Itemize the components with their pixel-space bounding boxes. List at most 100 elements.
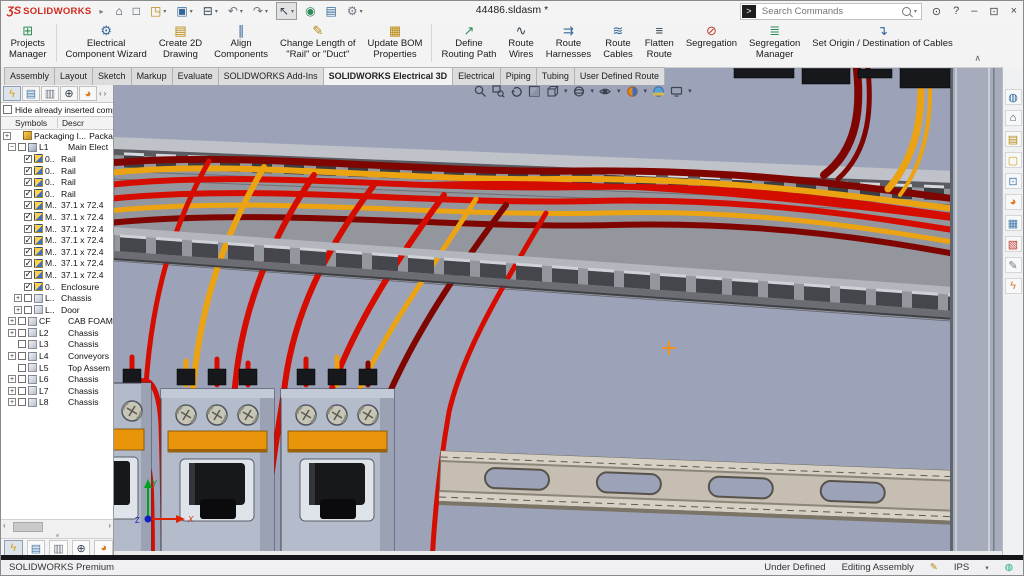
- tree-row[interactable]: M.. 37.1 x 72.4: [1, 258, 113, 270]
- expand-toggle[interactable]: [8, 329, 16, 337]
- visibility-checkbox[interactable]: [18, 317, 26, 325]
- visibility-checkbox[interactable]: [24, 236, 32, 244]
- visibility-checkbox[interactable]: [18, 352, 26, 360]
- chevron-down-icon[interactable]: ▾: [564, 87, 568, 95]
- ribbon-button[interactable]: ∿ Route Wires: [502, 21, 539, 60]
- user-account-icon[interactable]: ⊙: [932, 5, 941, 18]
- configurationmanager-tab[interactable]: ⊕: [72, 540, 91, 557]
- save-icon[interactable]: ▣: [174, 3, 194, 19]
- visibility-checkbox[interactable]: [24, 271, 32, 279]
- tab-scroll-right-icon[interactable]: ›: [104, 89, 107, 98]
- section-view-icon[interactable]: [528, 85, 541, 98]
- commandmanager-tab[interactable]: Electrical: [452, 67, 501, 85]
- ribbon-button[interactable]: ⇉ Route Harnesses: [540, 21, 597, 60]
- visibility-checkbox[interactable]: [24, 178, 32, 186]
- commandmanager-tab[interactable]: Layout: [54, 67, 93, 85]
- new-document-icon[interactable]: □: [131, 3, 142, 19]
- ribbon-button[interactable]: ↗ Define Routing Path: [435, 21, 502, 60]
- expand-toggle[interactable]: [8, 398, 16, 406]
- tree-row[interactable]: L.. Door: [1, 304, 113, 316]
- ribbon-button[interactable]: ↴ Set Origin / Destination of Cables: [806, 21, 958, 50]
- visibility-checkbox[interactable]: [24, 190, 32, 198]
- open-document-icon[interactable]: ◳: [148, 3, 168, 19]
- tree-row[interactable]: 0.. Rail: [1, 188, 113, 200]
- tree-row[interactable]: 0.. Rail: [1, 176, 113, 188]
- menu-expand-arrow[interactable]: ▸: [100, 7, 104, 16]
- edit-appearance-icon[interactable]: [626, 85, 639, 98]
- tree-row[interactable]: L8 Chassis: [1, 397, 113, 409]
- visibility-checkbox[interactable]: [24, 306, 32, 314]
- search-icon[interactable]: [902, 7, 911, 16]
- tree-row[interactable]: M.. 37.1 x 72.4: [1, 234, 113, 246]
- displaymanager-tab[interactable]: ◕: [79, 86, 97, 101]
- expand-toggle[interactable]: [14, 294, 22, 302]
- design-library-icon[interactable]: ▤: [1005, 131, 1022, 147]
- commandmanager-tab[interactable]: Assembly: [4, 67, 55, 85]
- search-commands-box[interactable]: > ▾: [740, 3, 922, 20]
- restore-icon[interactable]: ⊡: [989, 5, 998, 18]
- hide-inserted-checkbox[interactable]: [3, 105, 12, 114]
- scrollbar-thumb[interactable]: [13, 522, 43, 532]
- hide-show-items-icon[interactable]: [599, 85, 612, 98]
- redo-icon[interactable]: ↷: [251, 3, 270, 19]
- tree-row[interactable]: 0.. Enclosure: [1, 281, 113, 293]
- tree-row[interactable]: L2 Chassis: [1, 327, 113, 339]
- featuremanager-tab[interactable]: ▤: [27, 540, 46, 557]
- expand-toggle[interactable]: [8, 387, 16, 395]
- visibility-checkbox[interactable]: [24, 259, 32, 267]
- tree-row[interactable]: L6 Chassis: [1, 373, 113, 385]
- tree-row[interactable]: 0.. Rail: [1, 165, 113, 177]
- configurationmanager-tab[interactable]: ⊕: [60, 86, 78, 101]
- view-palette-icon[interactable]: ⊡: [1005, 173, 1022, 189]
- tree-row[interactable]: L4 Conveyors: [1, 350, 113, 362]
- enclosure-upright[interactable]: [950, 67, 1004, 557]
- ribbon-button[interactable]: ⊘ Segregation: [680, 21, 743, 50]
- visibility-checkbox[interactable]: [18, 340, 26, 348]
- file-explorer-icon[interactable]: ▢: [1005, 152, 1022, 168]
- visibility-checkbox[interactable]: [18, 329, 26, 337]
- ribbon-button[interactable]: ≡ Flatten Route: [639, 21, 680, 60]
- expand-toggle[interactable]: [14, 306, 22, 314]
- routing-library-icon[interactable]: ϟ: [1005, 278, 1022, 294]
- view-settings-icon[interactable]: [670, 85, 683, 98]
- visibility-checkbox[interactable]: [24, 225, 32, 233]
- ribbon-button[interactable]: ▦ Update BOM Properties: [362, 21, 429, 60]
- circuit-breaker[interactable]: [161, 369, 274, 557]
- featuremanager-tab[interactable]: ▤: [22, 86, 40, 101]
- visibility-checkbox[interactable]: [24, 155, 32, 163]
- undo-icon[interactable]: ↶: [226, 3, 245, 19]
- ribbon-button[interactable]: ⊞ Projects Manager: [3, 21, 53, 60]
- display-style-icon[interactable]: [573, 85, 586, 98]
- appearances-icon[interactable]: ◕: [1005, 194, 1022, 210]
- bom-icon[interactable]: ▤: [324, 3, 339, 19]
- 3dexperience-icon[interactable]: ◍: [1005, 89, 1022, 105]
- electrical-library-icon[interactable]: ▧: [1005, 236, 1022, 252]
- commandmanager-tab[interactable]: Evaluate: [172, 67, 219, 85]
- options-icon[interactable]: ⚙: [345, 3, 365, 19]
- ribbon-button[interactable]: ∥ Align Components: [208, 21, 274, 60]
- tree-row[interactable]: Packaging I... Packaging: [1, 130, 113, 142]
- propertymanager-tab[interactable]: ▥: [49, 540, 68, 557]
- scroll-left-icon[interactable]: ‹: [3, 521, 6, 530]
- graphics-area[interactable]: Z X Y ▾ ▾ ▾ ▾ ▾: [114, 67, 1004, 557]
- displaymanager-tab[interactable]: ◕: [94, 540, 113, 557]
- expand-toggle[interactable]: [8, 143, 16, 151]
- expand-toggle[interactable]: [8, 317, 16, 325]
- commandmanager-tab[interactable]: Tubing: [536, 67, 575, 85]
- chevron-down-icon[interactable]: ▾: [688, 87, 692, 95]
- electrical-manager-tab[interactable]: ϟ: [3, 86, 21, 101]
- electrical-manager-tab[interactable]: ϟ: [4, 540, 23, 557]
- tree-row[interactable]: M.. 37.1 x 72.4: [1, 223, 113, 235]
- tree-row[interactable]: M.. 37.1 x 72.4: [1, 200, 113, 212]
- zoom-area-icon[interactable]: [492, 85, 505, 98]
- visibility-checkbox[interactable]: [18, 375, 26, 383]
- visibility-checkbox[interactable]: [24, 201, 32, 209]
- tree-row[interactable]: L.. Chassis: [1, 292, 113, 304]
- tree-row[interactable]: L3 Chassis: [1, 339, 113, 351]
- visibility-checkbox[interactable]: [24, 167, 32, 175]
- view-orientation-icon[interactable]: [546, 85, 559, 98]
- tree-row[interactable]: M.. 37.1 x 72.4: [1, 246, 113, 258]
- rebuild-icon[interactable]: ◉: [303, 3, 317, 19]
- commandmanager-tab[interactable]: SOLIDWORKS Add-Ins: [218, 67, 324, 85]
- commandmanager-tab[interactable]: Piping: [500, 67, 537, 85]
